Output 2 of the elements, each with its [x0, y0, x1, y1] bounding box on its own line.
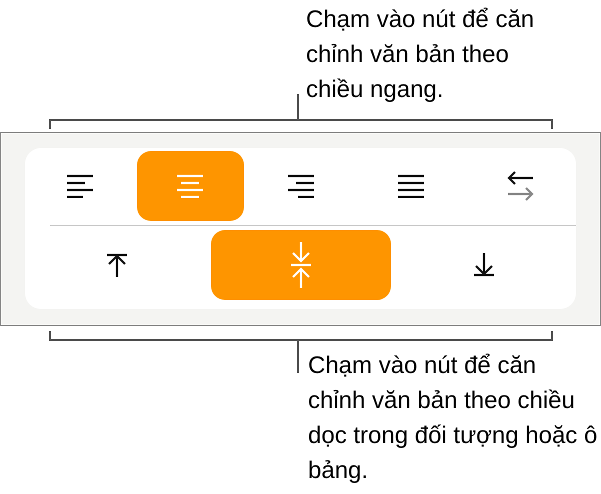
- callout-text: Chạm vào nút để căn chỉnh văn bản theo chiều dọc trong đối tượng hoặc ô bảng.: [308, 351, 598, 486]
- callout-text: Chạm vào nút để căn chỉnh văn bản theo chiều ngang.: [306, 5, 536, 105]
